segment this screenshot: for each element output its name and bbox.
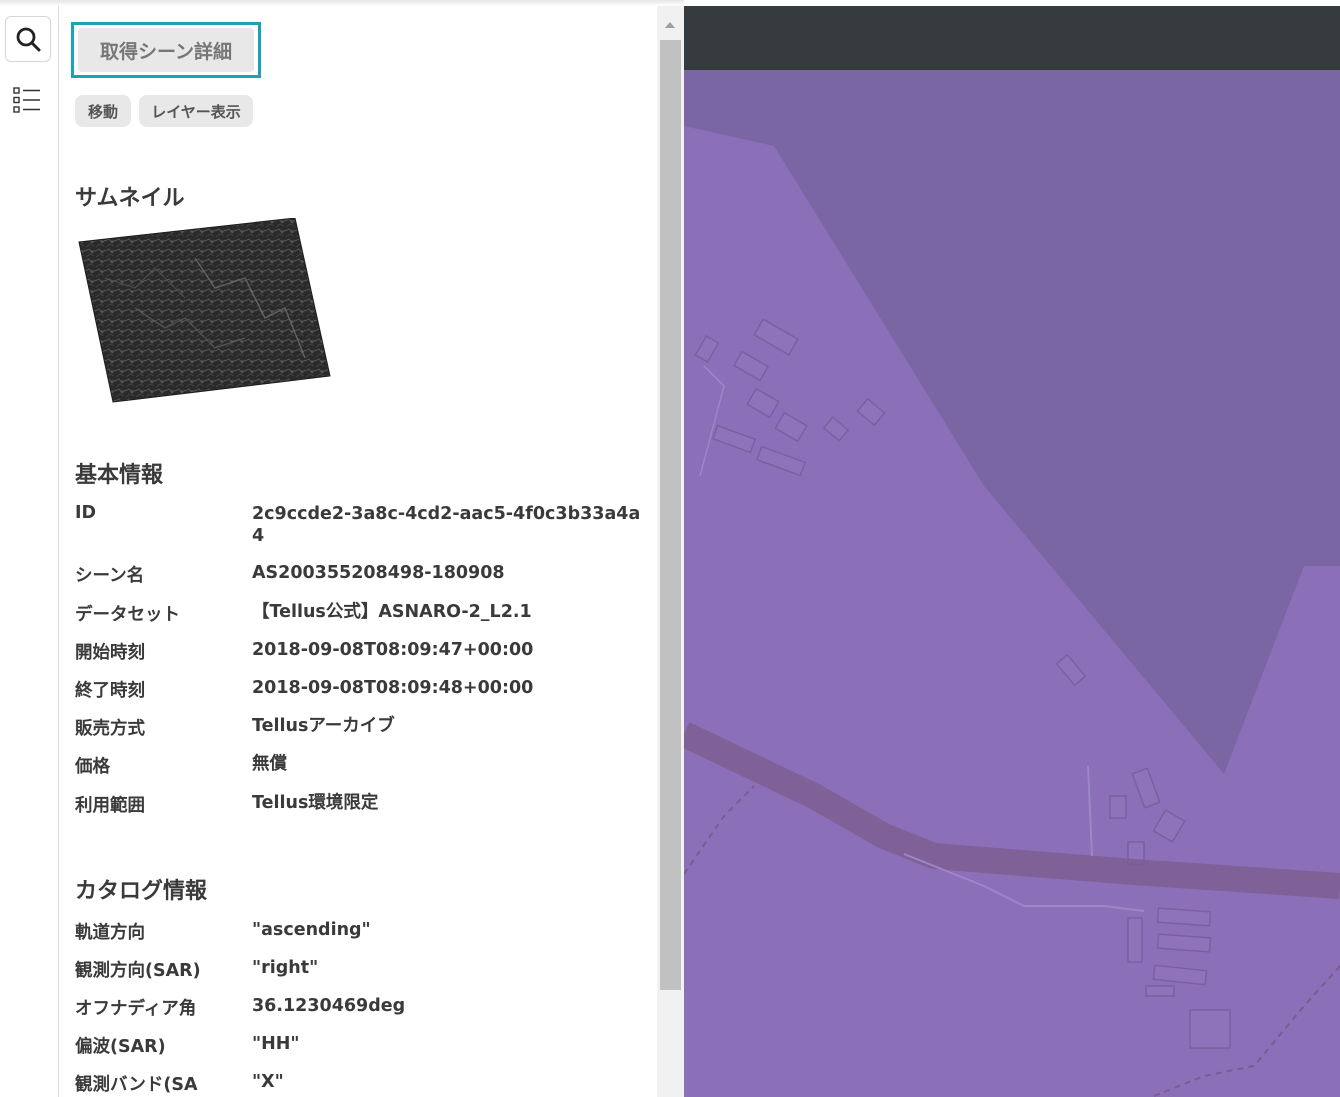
info-key: 利用範囲 xyxy=(75,796,145,816)
map-canvas xyxy=(684,6,1340,1097)
search-icon[interactable] xyxy=(5,16,51,62)
info-key: 販売方式 xyxy=(75,719,145,739)
catalog-value: 36.1230469deg xyxy=(252,996,406,1016)
info-value: Tellus環境限定 xyxy=(252,793,379,813)
map-header-bar xyxy=(684,6,1340,70)
move-button[interactable]: 移動 xyxy=(75,95,131,127)
catalog-key: 軌道方向 xyxy=(75,923,145,943)
catalog-value: "X" xyxy=(252,1072,284,1092)
scene-detail-title-button[interactable]: 取得シーン詳細 xyxy=(71,22,261,78)
catalog-key: オフナディア角 xyxy=(75,999,197,1019)
scene-detail-title: 取得シーン詳細 xyxy=(78,28,254,72)
info-value: 2018-09-08T08:09:47+00:00 xyxy=(252,640,534,660)
info-value: 【Tellus公式】ASNARO-2_L2.1 xyxy=(252,602,532,622)
info-key: 開始時刻 xyxy=(75,643,145,663)
left-toolbar xyxy=(0,6,59,1097)
scene-thumbnail xyxy=(78,218,331,403)
info-key: データセット xyxy=(75,605,180,625)
catalog-value: "HH" xyxy=(252,1034,300,1054)
info-value: 無償 xyxy=(252,754,287,774)
layer-display-button[interactable]: レイヤー表示 xyxy=(139,95,253,127)
catalog-value: "right" xyxy=(252,958,319,978)
catalog-key: 偏波(SAR) xyxy=(75,1037,166,1057)
info-value: AS200355208498-180908 xyxy=(252,563,505,583)
info-value: 2c9ccde2-3a8c-4cd2-aac5-4f0c3b33a4a4 xyxy=(252,504,641,546)
info-value: Tellusアーカイブ xyxy=(252,716,395,736)
catalog-value: "ascending" xyxy=(252,920,371,940)
map-view[interactable] xyxy=(684,6,1340,1097)
scrollbar-thumb[interactable] xyxy=(660,40,681,990)
info-key: ID xyxy=(75,503,97,523)
info-key: 終了時刻 xyxy=(75,681,145,701)
info-value: 2018-09-08T08:09:48+00:00 xyxy=(252,678,534,698)
thumbnail-heading: サムネイル xyxy=(75,186,185,211)
scene-detail-panel: 取得シーン詳細 移動 レイヤー表示 サムネイル 基本情報 ID 2c9ccde2… xyxy=(59,6,657,1097)
info-key: 価格 xyxy=(75,757,110,777)
panel-scrollbar[interactable] xyxy=(657,6,684,1097)
list-icon[interactable] xyxy=(5,78,49,122)
catalog-key: 観測バンド(SA xyxy=(75,1075,198,1095)
basic-info-heading: 基本情報 xyxy=(75,463,164,488)
catalog-key: 観測方向(SAR) xyxy=(75,961,201,981)
catalog-info-heading: カタログ情報 xyxy=(75,879,208,904)
scroll-up-arrow-icon[interactable] xyxy=(665,22,675,28)
info-key: シーン名 xyxy=(75,566,145,586)
